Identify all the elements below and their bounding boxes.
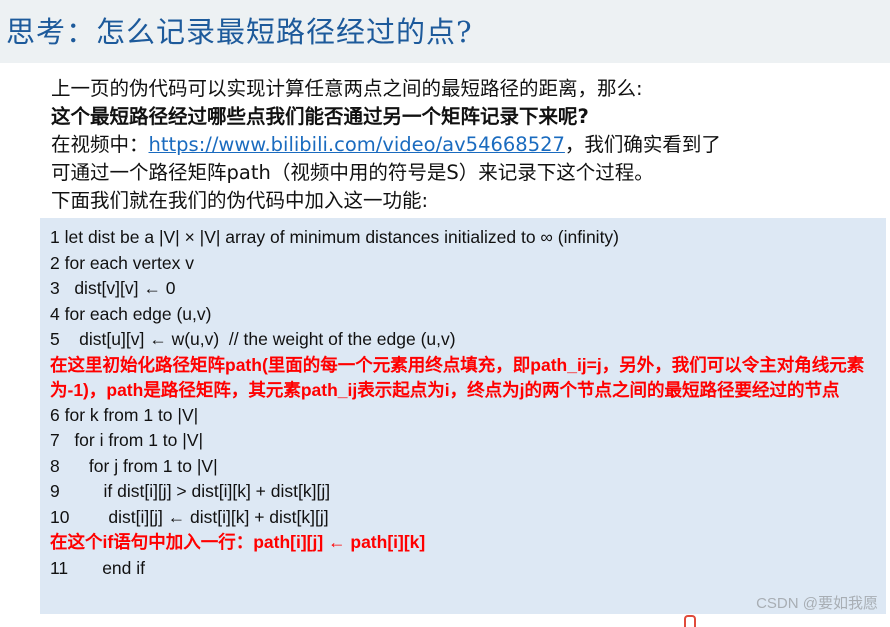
intro-line-3: 在视频中：https://www.bilibili.com/video/av54… xyxy=(51,131,871,159)
intro-line-4: 可通过一个路径矩阵path（视频中用的符号是S）来记录下这个过程。 xyxy=(51,161,654,184)
path-init-note: 在这里初始化路径矩阵path(里面的每一个元素用终点填充，即path_ij=j，… xyxy=(50,354,865,400)
code-line: 3 dist[v][v] ← 0 xyxy=(50,278,176,298)
code-line: 1 let dist be a |V| × |V| array of minim… xyxy=(50,227,620,247)
title-bar: 思考：怎么记录最短路径经过的点? xyxy=(0,0,890,63)
code-line: 10 dist[i][j] ← dist[i][k] + dist[k][j] xyxy=(50,506,329,527)
watermark: CSDN @要如我愿 xyxy=(756,595,878,612)
intro-line-5: 下面我们就在我们的伪代码中加入这一功能: xyxy=(51,189,429,212)
intro-line-3-prefix: 在视频中： xyxy=(51,133,149,156)
code-line: 9 if dist[i][j] > dist[i][k] + dist[k][j… xyxy=(50,481,331,501)
code-line: 6 for k from 1 to |V| xyxy=(50,404,199,425)
decorative-mark-icon xyxy=(684,615,696,627)
code-line: 5 dist[u][v] ← w(u,v) // the weight of t… xyxy=(50,329,456,349)
intro-line-3-suffix: ，我们确实看到了 xyxy=(564,133,721,156)
code-line: 7 for i from 1 to |V| xyxy=(50,430,204,450)
intro-question: 这个最短路径经过哪些点我们能否通过另一个矩阵记录下来呢? xyxy=(51,105,589,128)
intro-text: 上一页的伪代码可以实现计算任意两点之间的最短路径的距离，那么: 这个最短路径经过… xyxy=(51,75,871,215)
pseudocode: 1 let dist be a |V| × |V| array of minim… xyxy=(50,225,880,581)
page-title: 思考：怎么记录最短路径经过的点? xyxy=(6,15,473,49)
path-update-note: 在这个if语句中加入一行：path[i][j] ← path[i][k] xyxy=(50,532,426,552)
code-line: 11 end if xyxy=(50,557,146,578)
video-link[interactable]: https://www.bilibili.com/video/av5466852… xyxy=(149,133,565,156)
code-line: 8 for j from 1 to |V| xyxy=(50,455,218,476)
code-line: 2 for each vertex v xyxy=(50,252,194,273)
code-line: 4 for each edge (u,v) xyxy=(50,303,212,324)
intro-line-1: 上一页的伪代码可以实现计算任意两点之间的最短路径的距离，那么: xyxy=(51,77,643,100)
